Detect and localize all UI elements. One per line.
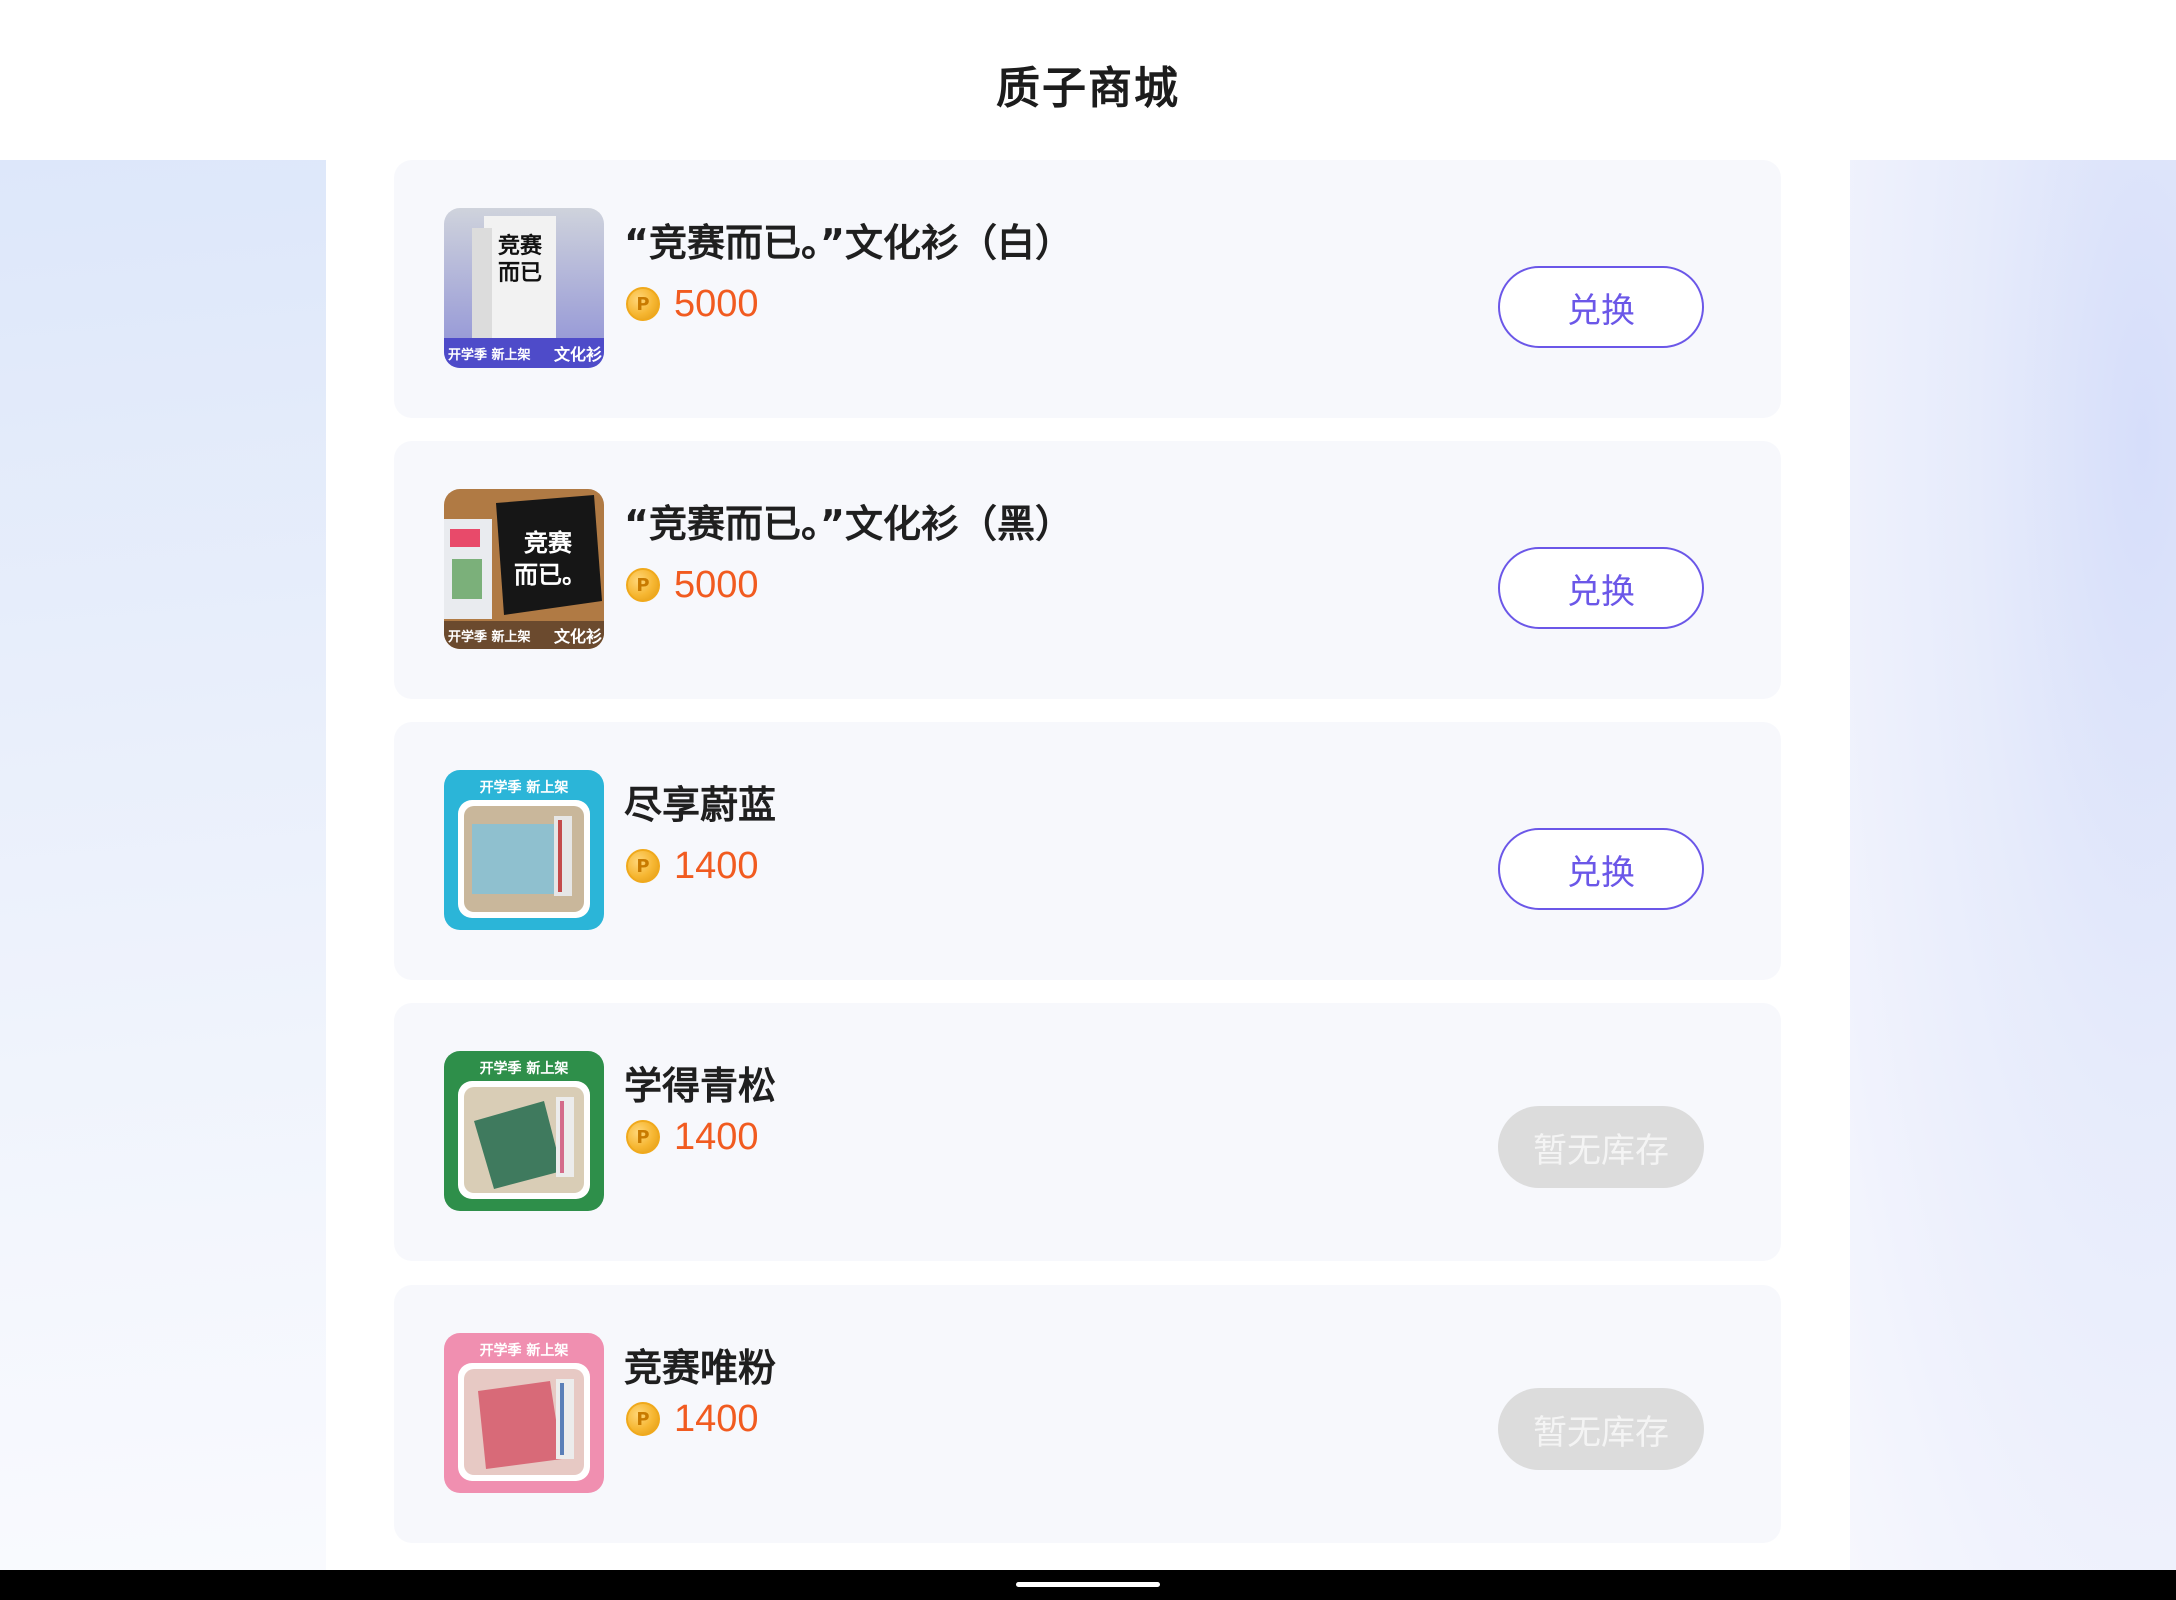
page-title: 质子商城 [996,63,1180,114]
price-row: P 1400 [626,1397,759,1441]
product-card[interactable]: 开学季 新上架 竞赛唯粉 P 1400 暂无库存 [394,1285,1781,1543]
coin-icon: P [626,287,660,321]
product-title: 尽享蔚蓝 [624,783,777,827]
thumb-banner-text: 开学季 新上架 [448,347,531,363]
thumb-label-text: 文化衫 [554,345,602,364]
product-price: 1400 [674,844,759,887]
thumb-banner-text: 开学季 新上架 [480,1060,569,1077]
product-card[interactable]: 开学季 新上架 尽享蔚蓝 P 1400 兑换 [394,722,1781,980]
product-card[interactable]: 竞赛 而已 开学季 新上架 文化衫 “竞赛而已。”文化衫（白） P 5000 兑… [394,160,1781,418]
background-right [1849,160,2176,1570]
product-card[interactable]: 竞赛 而已。 开学季 新上架 文化衫 “竞赛而已。”文化衫（黑） P 5000 … [394,441,1781,699]
price-row: P 5000 [626,563,759,607]
product-card[interactable]: 开学季 新上架 学得青松 P 1400 暂无库存 [394,1003,1781,1261]
coin-icon: P [626,1120,660,1154]
product-image[interactable]: 开学季 新上架 [444,1051,604,1211]
product-image[interactable]: 开学季 新上架 [444,1333,604,1493]
product-title: “竞赛而已。”文化衫（黑） [624,502,1073,546]
background-left [0,160,326,1570]
redeem-button[interactable]: 兑换 [1498,828,1704,910]
sold-out-button: 暂无库存 [1498,1388,1704,1470]
svg-text:而已。: 而已。 [514,561,586,589]
redeem-button[interactable]: 兑换 [1498,547,1704,629]
price-row: P 5000 [626,282,759,326]
coin-icon: P [626,1402,660,1436]
thumb-banner-text: 开学季 新上架 [480,1342,569,1359]
svg-text:竞赛: 竞赛 [498,233,543,259]
redeem-button[interactable]: 兑换 [1498,266,1704,348]
sold-out-button: 暂无库存 [1498,1106,1704,1188]
product-price: 5000 [674,563,759,606]
product-title: “竞赛而已。”文化衫（白） [624,221,1073,265]
product-price: 1400 [674,1397,759,1440]
product-image[interactable]: 竞赛 而已 开学季 新上架 文化衫 [444,208,604,368]
coin-icon: P [626,849,660,883]
price-row: P 1400 [626,844,759,888]
product-list: 竞赛 而已 开学季 新上架 文化衫 “竞赛而已。”文化衫（白） P 5000 兑… [326,160,1850,1570]
product-price: 5000 [674,282,759,325]
home-gesture-handle[interactable] [1016,1582,1160,1587]
thumb-label-text: 文化衫 [554,627,602,646]
svg-text:而已: 而已 [498,261,542,286]
product-title: 竞赛唯粉 [624,1346,777,1390]
system-nav-bar [0,1570,2176,1600]
product-price: 1400 [674,1115,759,1158]
product-image[interactable]: 开学季 新上架 [444,770,604,930]
app-header: 质子商城 [0,0,2176,160]
thumb-banner-text: 开学季 新上架 [480,779,569,796]
svg-text:竞赛: 竞赛 [524,529,573,557]
thumb-banner-text: 开学季 新上架 [448,629,531,645]
price-row: P 1400 [626,1115,759,1159]
coin-icon: P [626,568,660,602]
product-image[interactable]: 竞赛 而已。 开学季 新上架 文化衫 [444,489,604,649]
product-title: 学得青松 [624,1064,777,1108]
